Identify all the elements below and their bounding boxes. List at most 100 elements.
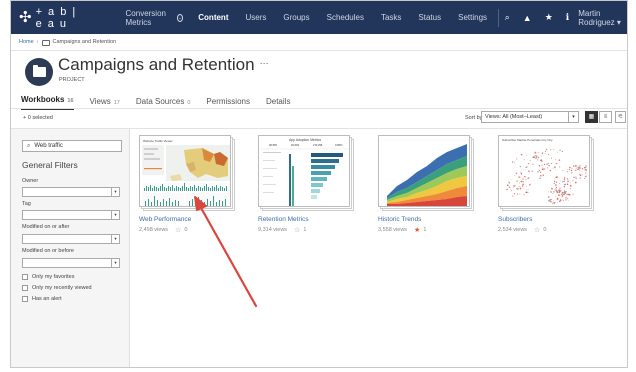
- map-dot: [542, 161, 543, 163]
- has-alert-checkbox[interactable]: Has an alert: [22, 296, 62, 302]
- map-dot: [538, 152, 540, 154]
- nav-groups[interactable]: Groups: [283, 13, 309, 22]
- map-dot: [567, 183, 568, 185]
- map-dot: [575, 165, 577, 167]
- favorite-star-icon[interactable]: ☆: [294, 226, 300, 234]
- map-dot: [573, 164, 575, 166]
- map-dot: [510, 190, 512, 192]
- map-dot: [569, 168, 571, 170]
- map-dot: [541, 152, 544, 154]
- modified-after-input[interactable]: ▾: [22, 234, 120, 244]
- nav-settings[interactable]: Settings: [458, 13, 487, 22]
- workbook-thumbnail[interactable]: App Adoption Metrics 96,565 20,609 273,3…: [258, 135, 350, 207]
- map-dot: [535, 153, 537, 155]
- map-dot: [516, 188, 518, 190]
- map-dot: [557, 202, 558, 204]
- alert-icon[interactable]: ▲: [523, 13, 532, 23]
- workbook-card-historic-trends[interactable]: Historic Trends 3,558 views ★ 1: [378, 135, 474, 234]
- map-dot: [584, 169, 585, 171]
- map-dot: [565, 199, 567, 201]
- map-dot: [537, 156, 540, 159]
- workbook-name[interactable]: Retention Metrics: [258, 216, 354, 223]
- workbook-card-retention-metrics[interactable]: App Adoption Metrics 96,565 20,609 273,3…: [258, 135, 354, 234]
- selection-toggle[interactable]: + 0 selected: [23, 115, 53, 121]
- map-dot: [519, 193, 521, 195]
- recently-viewed-checkbox[interactable]: Only my recently viewed: [22, 285, 92, 291]
- map-dot: [555, 189, 557, 191]
- owner-select[interactable]: ▾: [22, 187, 120, 197]
- map-dot: [579, 177, 581, 179]
- more-actions-button[interactable]: ···: [260, 58, 269, 68]
- grid-view-button[interactable]: ▦: [585, 111, 598, 123]
- map-dot: [559, 199, 562, 201]
- favorite-star-icon[interactable]: ☆: [534, 226, 540, 234]
- info-icon[interactable]: ℹ: [566, 12, 569, 23]
- workbook-card-subscribers[interactable]: Subscriber Market Penetration by City Su…: [498, 135, 594, 234]
- workbook-name[interactable]: Web Performance: [139, 216, 235, 223]
- map-dot: [575, 177, 577, 179]
- map-dot: [516, 158, 518, 160]
- workbook-thumbnail[interactable]: Website Traffic Viewer: [139, 135, 231, 207]
- map-dot: [513, 161, 515, 163]
- nav-schedules[interactable]: Schedules: [327, 13, 364, 22]
- map-dot: [525, 191, 528, 194]
- map-dot: [538, 170, 540, 172]
- sort-select[interactable]: Views: All (Most–Least) ▾: [481, 111, 579, 123]
- favorite-star-icon[interactable]: ☆: [175, 226, 181, 234]
- workbook-thumbnail[interactable]: Subscriber Market Penetration by City: [498, 135, 590, 207]
- map-dot: [533, 153, 535, 154]
- search-value: Web traffic: [34, 143, 63, 149]
- map-dot: [519, 187, 522, 190]
- map-dot: [566, 196, 568, 198]
- map-dot: [575, 176, 577, 178]
- tab-label: Workbooks: [21, 95, 65, 104]
- user-menu[interactable]: Martin Rodriguez ▾: [578, 9, 627, 27]
- tag-select[interactable]: ▾: [22, 210, 120, 220]
- workbook-meta: 3,558 views ★ 1: [378, 226, 474, 234]
- map-dot: [555, 176, 557, 178]
- tableau-logo[interactable]: ✣ + a b | e a u: [19, 6, 88, 30]
- chevron-down-icon: ▾: [111, 211, 119, 219]
- nav-tasks[interactable]: Tasks: [381, 13, 401, 22]
- site-switcher[interactable]: Conversion Metrics ⌄: [126, 9, 184, 27]
- map-dot: [541, 164, 543, 166]
- workbook-card-web-performance[interactable]: Website Traffic Viewer Web Performance 2…: [139, 135, 235, 234]
- workbook-name[interactable]: Historic Trends: [378, 216, 474, 223]
- map-dot: [566, 171, 568, 173]
- map-dot: [585, 173, 587, 175]
- folder-icon: [41, 40, 50, 46]
- map-dot: [541, 168, 544, 170]
- nav-content[interactable]: Content: [198, 13, 228, 22]
- tab-count: 17: [113, 100, 120, 106]
- map-dot: [544, 150, 547, 152]
- map-dot: [537, 159, 539, 161]
- checkbox-label: Has an alert: [32, 296, 62, 302]
- page-title: Campaigns and Retention ···: [58, 55, 269, 75]
- filter-toggle-button[interactable]: ⚟: [615, 111, 626, 123]
- filter-sidebar: ⌕ Web traffic General Filters Owner ▾ Tag…: [11, 129, 130, 367]
- map-dot: [523, 168, 525, 170]
- map-dot: [527, 177, 530, 179]
- map-dot: [510, 189, 512, 191]
- search-input[interactable]: ⌕ Web traffic: [22, 140, 122, 152]
- map-dot: [519, 165, 522, 168]
- breadcrumb-home[interactable]: Home: [19, 39, 34, 45]
- map-dot: [549, 169, 551, 172]
- modified-before-input[interactable]: ▾: [22, 258, 120, 268]
- map-dot: [506, 188, 508, 191]
- only-favorites-checkbox[interactable]: Only my favorites: [22, 274, 74, 280]
- map-dot: [562, 199, 564, 201]
- favorites-star-icon[interactable]: ★: [545, 12, 553, 23]
- favorite-star-icon[interactable]: ★: [414, 226, 420, 234]
- map-dot: [572, 179, 574, 181]
- workbook-name[interactable]: Subscribers: [498, 216, 594, 223]
- search-icon[interactable]: ⌕: [505, 12, 510, 23]
- nav-status[interactable]: Status: [418, 13, 441, 22]
- map-dot: [523, 194, 525, 196]
- nav-users[interactable]: Users: [245, 13, 266, 22]
- workbook-thumbnail[interactable]: [378, 135, 470, 207]
- map-dot: [575, 169, 577, 171]
- map-dot: [535, 155, 538, 157]
- list-view-button[interactable]: ≡: [599, 111, 612, 123]
- map-dot: [526, 189, 528, 191]
